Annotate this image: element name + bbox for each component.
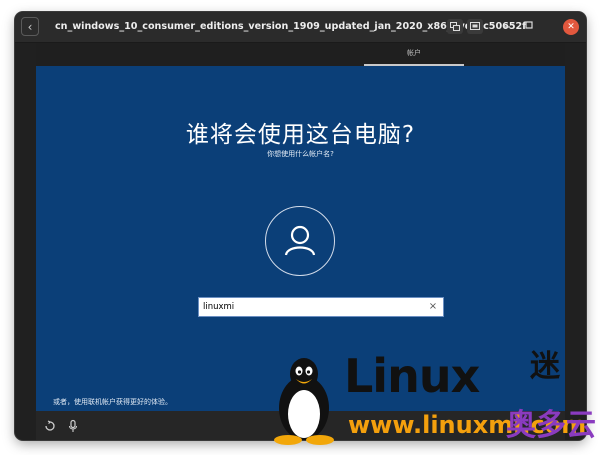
back-button[interactable]: ‹ — [21, 17, 39, 36]
close-button[interactable]: ✕ — [563, 19, 579, 35]
page-subtitle: 你想使用什么帐户名? — [267, 150, 334, 158]
minimize-button[interactable] — [499, 19, 515, 35]
avatar — [265, 206, 335, 276]
username-input[interactable] — [199, 298, 433, 316]
keyboard-button[interactable] — [467, 19, 483, 34]
oobe-tabstrip: 帐户 — [36, 43, 565, 66]
accessibility-button[interactable] — [43, 418, 57, 432]
site-watermark: Linux 迷 www.linuxmi.com 奥多云 — [268, 348, 600, 455]
chevron-left-icon: ‹ — [27, 20, 33, 34]
window-title: cn_windows_10_consumer_editions_version_… — [55, 21, 527, 32]
title-bar: ‹ cn_windows_10_consumer_editions_versio… — [15, 12, 586, 43]
close-icon: ✕ — [567, 22, 575, 32]
clear-button[interactable]: × — [427, 300, 439, 314]
tab-account[interactable]: 帐户 — [364, 43, 464, 66]
maximize-button[interactable] — [521, 19, 537, 35]
online-account-link[interactable]: 或者，使用联机帐户获得更好的体验。 — [53, 397, 172, 407]
tux-penguin-icon — [274, 358, 334, 445]
keyboard-icon — [470, 22, 480, 30]
microphone-button[interactable] — [66, 418, 80, 432]
minimize-icon — [504, 26, 510, 28]
maximize-icon — [525, 21, 533, 29]
user-icon — [284, 225, 316, 256]
accessibility-icon — [45, 420, 55, 431]
watermark-cloud: 奥多云 — [506, 408, 596, 443]
username-field[interactable]: × — [198, 297, 444, 317]
remote-display-button[interactable] — [447, 19, 463, 34]
remote-display-icon — [450, 22, 460, 31]
watermark-brand-suffix: 迷 — [530, 349, 560, 384]
page-title: 谁将会使用这台电脑? — [185, 122, 416, 148]
microphone-icon — [68, 419, 78, 432]
close-icon: × — [428, 301, 438, 312]
watermark-brand: Linux — [344, 349, 480, 403]
